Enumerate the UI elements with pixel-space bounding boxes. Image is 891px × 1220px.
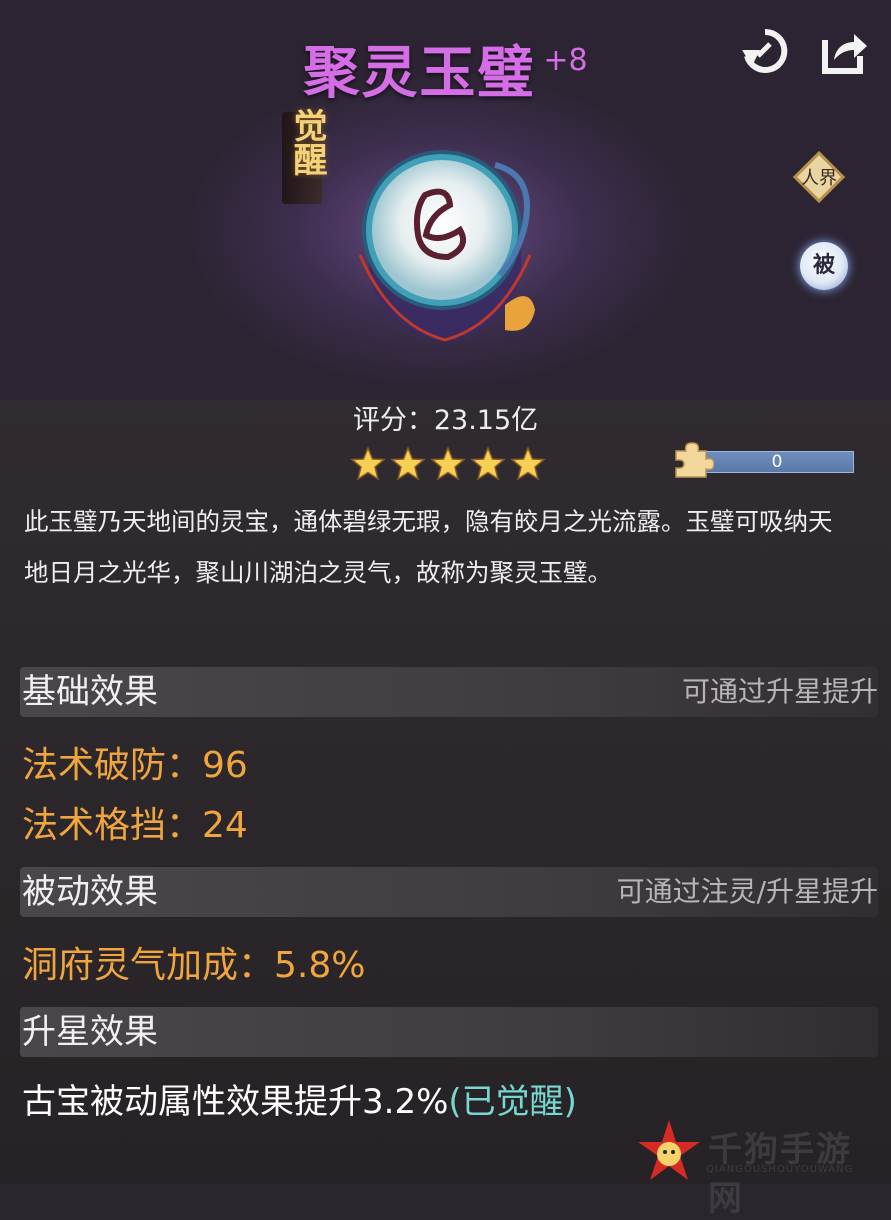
passive-badge: 被 [800, 242, 848, 290]
stat-value: 96 [202, 745, 248, 786]
stat-magic-penetration: 法术破防：96 [22, 736, 248, 788]
passive-effects-hint: 可通过注灵/升星提升 [616, 875, 878, 908]
passive-effects-header: 被动效果 可通过注灵/升星提升 [20, 867, 878, 917]
star-effect-text: 古宝被动属性效果提升3.2% [22, 1082, 449, 1122]
basic-effects-header: 基础效果 可通过升星提升 [20, 667, 878, 717]
stat-value: 5.8% [274, 945, 366, 986]
star-effect-line: 古宝被动属性效果提升3.2%(已觉醒) [22, 1074, 577, 1123]
realm-badge-label: 人界 [801, 168, 837, 189]
basic-effects-title: 基础效果 [22, 672, 158, 712]
puzzle-piece-icon [675, 442, 714, 478]
item-description: 此玉璧乃天地间的灵宝，通体碧绿无瑕，隐有皎月之光流露。玉璧可吸纳天地日月之光华，… [24, 507, 833, 587]
share-button[interactable] [820, 26, 870, 76]
star-effects-header: 升星效果 [20, 1007, 878, 1057]
score-value: 23.15亿 [433, 405, 539, 436]
star-icon [510, 446, 546, 481]
star-effects-title: 升星效果 [22, 1012, 158, 1052]
star-rating [350, 446, 550, 482]
site-watermark: 千狗手游网 QIANGOUSHOUYOUWANG [636, 1118, 886, 1219]
stat-label: 法术格挡： [22, 805, 203, 846]
item-name: 聚灵玉璧 [303, 41, 536, 106]
stat-label: 法术破防： [22, 745, 203, 786]
stat-cave-aura-bonus: 洞府灵气加成：5.8% [22, 936, 365, 988]
awakened-status: (已觉醒) [448, 1082, 577, 1122]
fragment-progress-bar: 0 [700, 451, 854, 473]
passive-effects-title: 被动效果 [22, 872, 158, 912]
share-icon [822, 34, 867, 74]
star-icon [390, 446, 426, 481]
score-label: 评分： [352, 405, 434, 436]
back-button[interactable] [740, 26, 790, 76]
fragment-progress: 0 [672, 441, 854, 479]
return-icon [742, 28, 788, 73]
star-icon [350, 446, 386, 481]
realm-badge: 人界 [792, 150, 846, 204]
stat-value: 24 [202, 805, 248, 846]
basic-effects-hint: 可通过升星提升 [681, 675, 878, 708]
score-line: 评分：23.15亿 [0, 398, 891, 437]
awaken-tag: 觉醒 [287, 108, 327, 176]
watermark-subtitle: QIANGOUSHOUYOUWANG [706, 1164, 854, 1175]
fragment-count: 0 [771, 452, 783, 472]
mascot-logo-icon [638, 1120, 700, 1180]
star-icon [470, 446, 506, 481]
stat-magic-block: 法术格挡：24 [22, 796, 248, 848]
item-level: +8 [543, 43, 588, 78]
treasure-artwork [358, 150, 535, 342]
stat-label: 洞府灵气加成： [22, 945, 275, 986]
star-icon [430, 446, 466, 481]
